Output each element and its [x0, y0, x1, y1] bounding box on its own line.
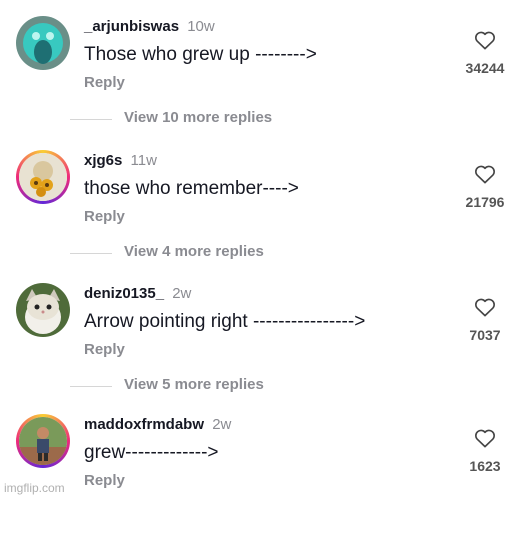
- reply-button[interactable]: Reply: [84, 74, 125, 91]
- divider-line: [70, 119, 112, 120]
- divider-line: [70, 253, 112, 254]
- like-button[interactable]: 7037: [455, 297, 515, 343]
- like-count: 7037: [469, 327, 501, 343]
- heart-outline-icon: [475, 429, 495, 448]
- like-button[interactable]: 21796: [455, 164, 515, 210]
- comment-header: xjg6s 11w: [84, 152, 157, 169]
- timestamp: 2w: [172, 285, 192, 302]
- view-more-label: View 5 more replies: [124, 376, 264, 393]
- comment-text: grew------------->: [84, 442, 219, 463]
- comment-text: those who remember---->: [84, 178, 299, 199]
- view-more-label: View 4 more replies: [124, 243, 264, 260]
- avatar-image: [19, 417, 67, 465]
- heart-outline-icon: [475, 31, 495, 50]
- heart-outline-icon: [475, 298, 495, 317]
- watermark: imgflip.com: [4, 481, 65, 495]
- avatar-image: [19, 153, 67, 201]
- like-count: 1623: [469, 458, 501, 474]
- comment-text: Those who grew up -------->: [84, 44, 317, 65]
- avatar-image: [16, 283, 70, 337]
- like-button[interactable]: 34244: [455, 30, 515, 76]
- reply-button[interactable]: Reply: [84, 208, 125, 225]
- comment-header: deniz0135_ 2w: [84, 285, 191, 302]
- avatar[interactable]: [16, 283, 70, 337]
- timestamp: 2w: [212, 416, 232, 433]
- heart-outline-icon: [475, 165, 495, 184]
- username[interactable]: _arjunbiswas: [84, 18, 179, 35]
- like-count: 21796: [465, 194, 505, 210]
- comment-1: _arjunbiswas 10w Those who grew up -----…: [0, 16, 529, 150]
- avatar-image: [16, 16, 70, 70]
- avatar-inner: [19, 417, 67, 465]
- avatar-inner: [19, 153, 67, 201]
- username[interactable]: deniz0135_: [84, 285, 164, 302]
- reply-button[interactable]: Reply: [84, 472, 125, 489]
- timestamp: 11w: [130, 152, 157, 169]
- comment-2: xjg6s 11w those who remember----> Reply …: [0, 150, 529, 284]
- reply-button[interactable]: Reply: [84, 341, 125, 358]
- avatar[interactable]: [16, 16, 70, 70]
- timestamp: 10w: [187, 18, 215, 35]
- comment-header: maddoxfrmdabw 2w: [84, 416, 231, 433]
- comment-3: deniz0135_ 2w Arrow pointing right -----…: [0, 283, 529, 417]
- view-more-label: View 10 more replies: [124, 109, 273, 126]
- comment-4: maddoxfrmdabw 2w grew-------------> Repl…: [0, 414, 529, 548]
- avatar[interactable]: [16, 150, 70, 204]
- like-count: 34244: [465, 60, 505, 76]
- username[interactable]: xjg6s: [84, 152, 122, 169]
- like-button[interactable]: 1623: [455, 428, 515, 474]
- comment-text: Arrow pointing right ---------------->: [84, 311, 366, 332]
- username[interactable]: maddoxfrmdabw: [84, 416, 204, 433]
- comment-header: _arjunbiswas 10w: [84, 18, 215, 35]
- divider-line: [70, 386, 112, 387]
- avatar[interactable]: [16, 414, 70, 468]
